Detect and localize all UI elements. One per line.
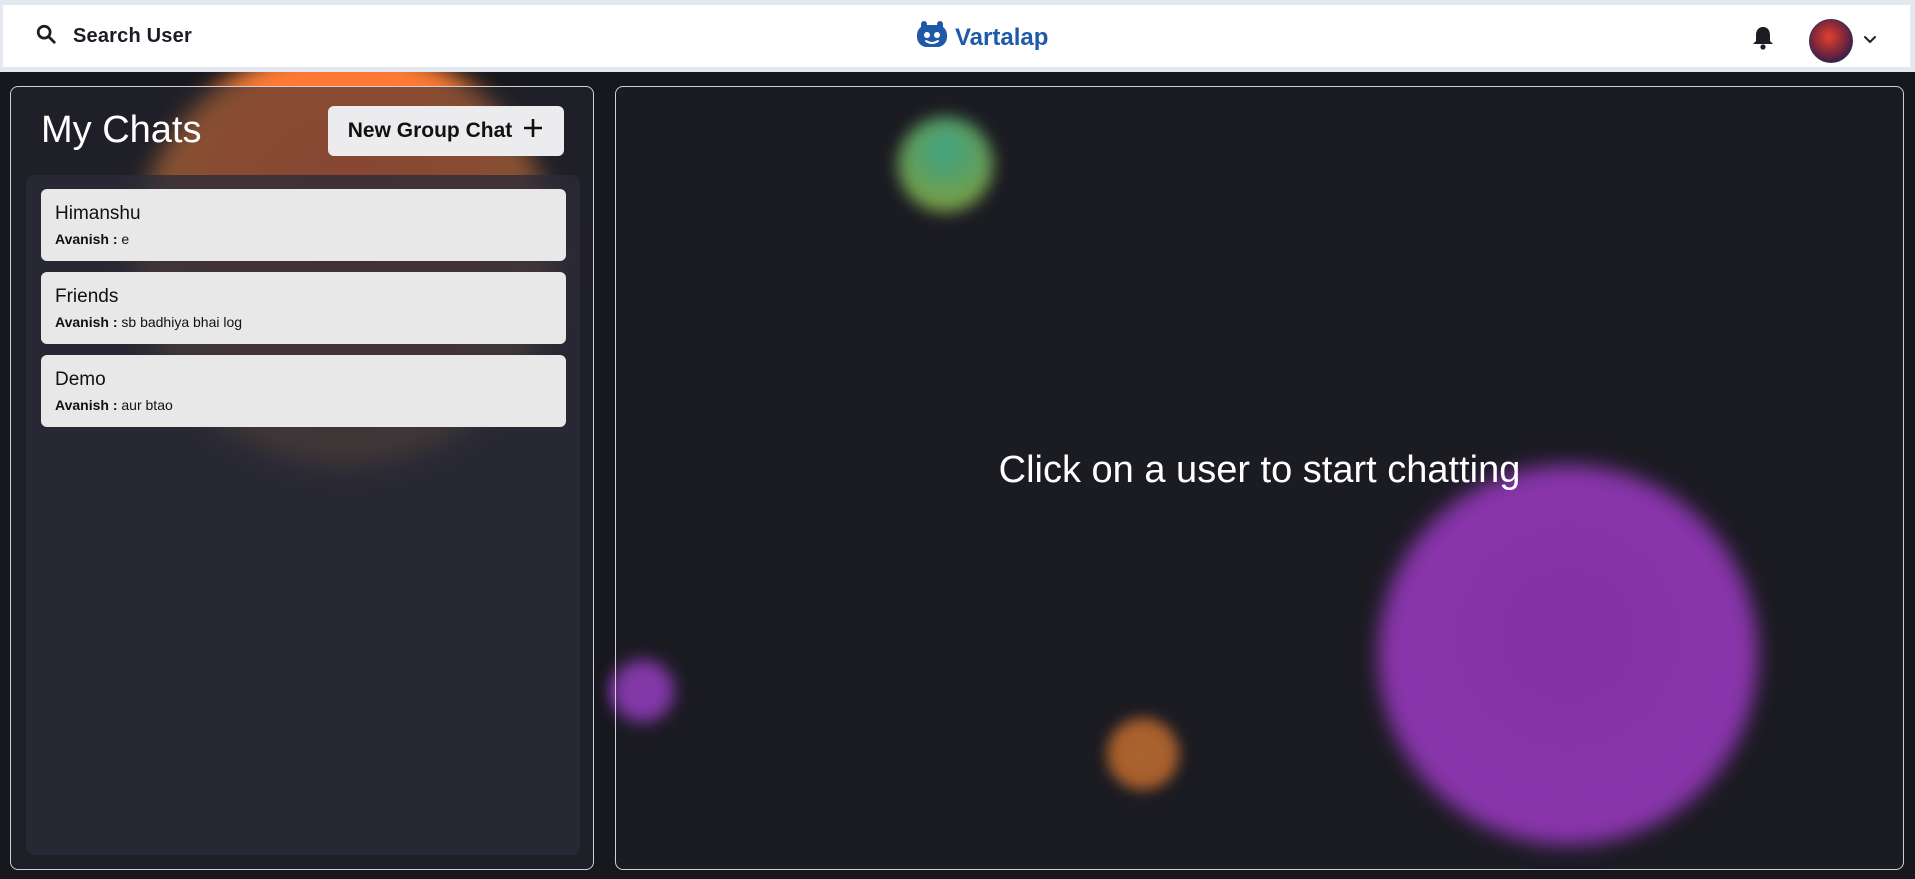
chat-sender: Avanish :	[55, 397, 118, 413]
top-bar: Search User Vartalap	[0, 0, 1915, 72]
chat-message-text: e	[121, 231, 130, 247]
chat-message-text: aur btao	[121, 397, 173, 413]
top-bar-inner: Search User Vartalap	[3, 5, 1910, 67]
app-logo: Vartalap	[915, 21, 1048, 54]
chat-message-text: sb badhiya bhai log	[121, 314, 243, 330]
profile-menu-button[interactable]	[1809, 19, 1877, 63]
my-chats-title: My Chats	[41, 109, 202, 151]
chat-list-item[interactable]: Himanshu Avanish : e	[41, 189, 566, 261]
chat-area: Click on a user to start chatting	[615, 86, 1904, 870]
search-user-button[interactable]: Search User	[23, 17, 203, 55]
chat-list-item[interactable]: Demo Avanish : aur btao	[41, 355, 566, 427]
avatar	[1809, 19, 1853, 63]
chat-name: Himanshu	[55, 203, 141, 224]
chat-latest-message: Avanish : aur btao	[55, 397, 566, 413]
plus-icon	[522, 117, 544, 145]
my-chats-panel: My Chats New Group Chat Himanshu Avanish…	[10, 86, 594, 870]
search-user-label: Search User	[73, 24, 192, 47]
new-group-chat-button[interactable]: New Group Chat	[328, 106, 564, 156]
empty-chat-placeholder: Click on a user to start chatting	[998, 449, 1521, 491]
chat-latest-message: Avanish : e	[55, 231, 566, 247]
chevron-down-icon	[1863, 32, 1877, 50]
chat-sender: Avanish :	[55, 314, 118, 330]
chat-list-item[interactable]: Friends Avanish : sb badhiya bhai log	[41, 272, 566, 344]
notification-bell-icon[interactable]	[1751, 25, 1775, 56]
robot-logo-icon	[915, 21, 949, 54]
search-icon	[35, 23, 57, 50]
chat-name: Friends	[55, 286, 119, 307]
chat-sender: Avanish :	[55, 231, 118, 247]
chat-list: Himanshu Avanish : e Friends Avanish : s…	[26, 175, 580, 855]
new-group-chat-label: New Group Chat	[347, 119, 513, 142]
chat-latest-message: Avanish : sb badhiya bhai log	[55, 314, 566, 330]
app-name: Vartalap	[955, 23, 1049, 51]
chat-name: Demo	[55, 369, 106, 390]
